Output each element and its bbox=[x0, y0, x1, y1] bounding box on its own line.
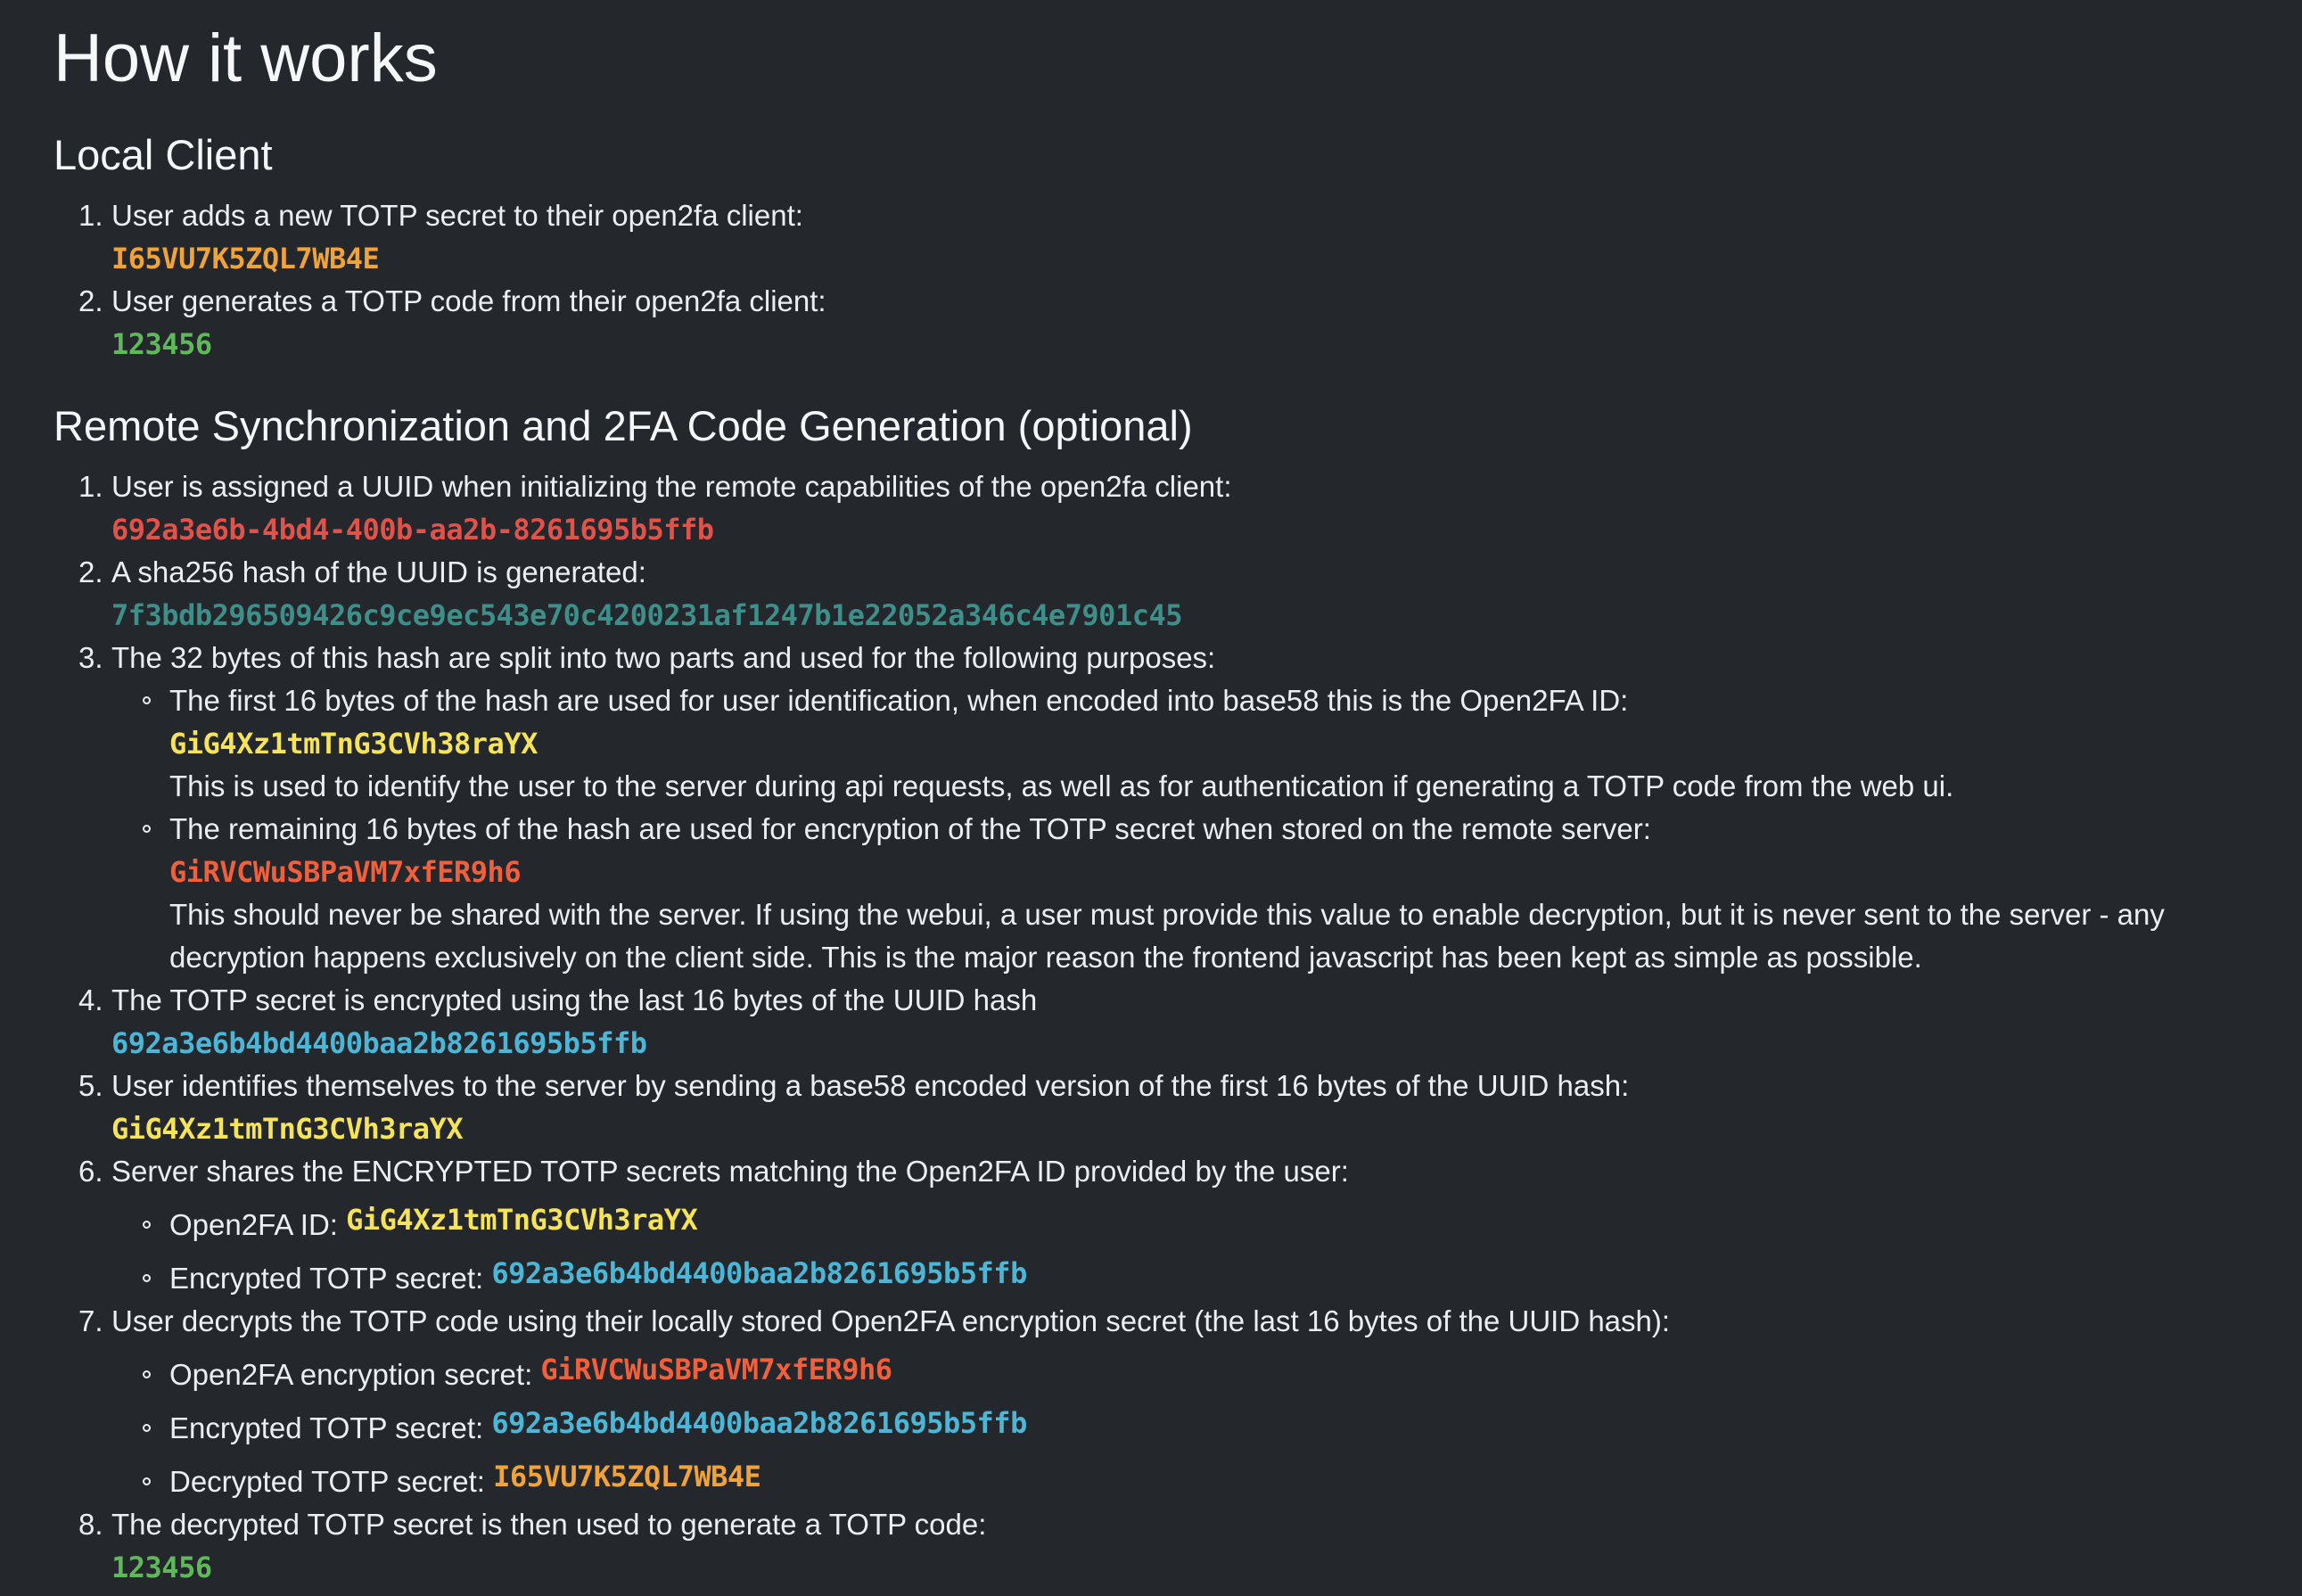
sub-list-item: Decrypted TOTP secret: I65VU7K5ZQL7WB4E bbox=[111, 1450, 2302, 1503]
list-item: 1. User adds a new TOTP secret to their … bbox=[53, 194, 2302, 280]
step-text: Server shares the ENCRYPTED TOTP secrets… bbox=[111, 1155, 1349, 1188]
sub-list-item: The remaining 16 bytes of the hash are u… bbox=[111, 808, 2302, 979]
totp-secret-code: I65VU7K5ZQL7WB4E bbox=[111, 242, 380, 276]
section-heading-local: Local Client bbox=[53, 131, 273, 178]
uuid-code: 692a3e6b-4bd4-400b-aa2b-8261695b5ffb bbox=[111, 513, 714, 547]
sub-list-item: Open2FA ID: GiG4Xz1tmTnG3CVh3raYX bbox=[111, 1193, 2302, 1246]
sub-list-item: The first 16 bytes of the hash are used … bbox=[111, 679, 2302, 808]
list-item: 7. User decrypts the TOTP code using the… bbox=[53, 1300, 2302, 1503]
bullet-icon bbox=[143, 1221, 151, 1229]
field-label: Decrypted TOTP secret: bbox=[169, 1465, 485, 1498]
step-number: 8. bbox=[78, 1508, 103, 1541]
list-item: 2. User generates a TOTP code from their… bbox=[53, 280, 2302, 366]
sub-list-item: Encrypted TOTP secret: 692a3e6b4bd4400ba… bbox=[111, 1246, 2302, 1300]
sub-list-item: Open2FA encryption secret: GiRVCWuSBPaVM… bbox=[111, 1343, 2302, 1396]
bullet-icon bbox=[143, 1477, 151, 1485]
step-number: 7. bbox=[78, 1304, 103, 1337]
step-number: 5. bbox=[78, 1069, 103, 1102]
page: How it works Local Client 1. User adds a… bbox=[0, 0, 2302, 1596]
step-text: User identifies themselves to the server… bbox=[111, 1069, 1630, 1102]
encryption-secret-code: GiRVCWuSBPaVM7xfER9h6 bbox=[540, 1353, 892, 1386]
open2fa-id-code: GiG4Xz1tmTnG3CVh38raYX bbox=[169, 727, 538, 761]
bullet-icon bbox=[143, 1424, 151, 1432]
section-heading-remote: Remote Synchronization and 2FA Code Gene… bbox=[53, 402, 1193, 449]
step-text: A sha256 hash of the UUID is generated: bbox=[111, 555, 646, 588]
open2fa-id-code: GiG4Xz1tmTnG3CVh3raYX bbox=[111, 1112, 464, 1146]
step-number: 1. bbox=[78, 470, 103, 503]
sub-item-note: This is used to identify the user to the… bbox=[169, 769, 1954, 802]
sub-list: Open2FA encryption secret: GiRVCWuSBPaVM… bbox=[111, 1343, 2302, 1503]
page-title: How it works bbox=[53, 21, 438, 96]
field-label: Encrypted TOTP secret: bbox=[169, 1262, 484, 1295]
bullet-icon bbox=[143, 825, 151, 833]
bullet-icon bbox=[143, 1370, 151, 1378]
sub-item-text: The remaining 16 bytes of the hash are u… bbox=[169, 812, 1651, 845]
uuid-hash-code: 7f3bdb296509426c9ce9ec543e70c4200231af12… bbox=[111, 598, 1183, 632]
step-number: 3. bbox=[78, 641, 103, 674]
step-number: 4. bbox=[78, 983, 103, 1016]
list-item: 1. User is assigned a UUID when initiali… bbox=[53, 465, 2302, 551]
encrypted-secret-code: 692a3e6b4bd4400baa2b8261695b5ffb bbox=[491, 1256, 1027, 1290]
totp-code: 123456 bbox=[111, 1551, 212, 1584]
step-number: 6. bbox=[78, 1155, 103, 1188]
field-label: Open2FA ID: bbox=[169, 1208, 338, 1241]
step-number: 2. bbox=[78, 555, 103, 588]
step-text: User adds a new TOTP secret to their ope… bbox=[111, 199, 803, 232]
list-item: 8. The decrypted TOTP secret is then use… bbox=[53, 1503, 2302, 1589]
field-label: Encrypted TOTP secret: bbox=[169, 1411, 484, 1444]
step-text: User decrypts the TOTP code using their … bbox=[111, 1304, 1671, 1337]
encryption-secret-code: GiRVCWuSBPaVM7xfER9h6 bbox=[169, 855, 522, 889]
totp-code: 123456 bbox=[111, 327, 212, 361]
remote-steps: 1. User is assigned a UUID when initiali… bbox=[53, 465, 2302, 1589]
list-item: 2. A sha256 hash of the UUID is generate… bbox=[53, 551, 2302, 637]
totp-secret-code: I65VU7K5ZQL7WB4E bbox=[493, 1460, 761, 1493]
step-text: The 32 bytes of this hash are split into… bbox=[111, 641, 1216, 674]
encrypted-secret-code: 692a3e6b4bd4400baa2b8261695b5ffb bbox=[491, 1406, 1027, 1440]
list-item: 3. The 32 bytes of this hash are split i… bbox=[53, 637, 2302, 979]
sub-list: The first 16 bytes of the hash are used … bbox=[111, 679, 2302, 979]
list-item: 6. Server shares the ENCRYPTED TOTP secr… bbox=[53, 1150, 2302, 1300]
sub-list-item: Encrypted TOTP secret: 692a3e6b4bd4400ba… bbox=[111, 1396, 2302, 1450]
sub-item-text: The first 16 bytes of the hash are used … bbox=[169, 684, 1629, 717]
step-text: The decrypted TOTP secret is then used t… bbox=[111, 1508, 987, 1541]
sub-list: Open2FA ID: GiG4Xz1tmTnG3CVh3raYX Encryp… bbox=[111, 1193, 2302, 1300]
bullet-icon bbox=[143, 696, 151, 704]
list-item: 5. User identifies themselves to the ser… bbox=[53, 1065, 2302, 1150]
step-text: User generates a TOTP code from their op… bbox=[111, 284, 826, 317]
step-number: 2. bbox=[78, 284, 103, 317]
list-item: 4. The TOTP secret is encrypted using th… bbox=[53, 979, 2302, 1065]
step-number: 1. bbox=[78, 199, 103, 232]
sub-item-note: This should never be shared with the ser… bbox=[169, 898, 2165, 974]
encrypted-secret-code: 692a3e6b4bd4400baa2b8261695b5ffb bbox=[111, 1026, 647, 1060]
local-steps: 1. User adds a new TOTP secret to their … bbox=[53, 194, 2302, 366]
step-text: User is assigned a UUID when initializin… bbox=[111, 470, 1232, 503]
open2fa-id-code: GiG4Xz1tmTnG3CVh3raYX bbox=[346, 1203, 698, 1237]
bullet-icon bbox=[143, 1274, 151, 1282]
field-label: Open2FA encryption secret: bbox=[169, 1358, 533, 1391]
step-text: The TOTP secret is encrypted using the l… bbox=[111, 983, 1038, 1016]
